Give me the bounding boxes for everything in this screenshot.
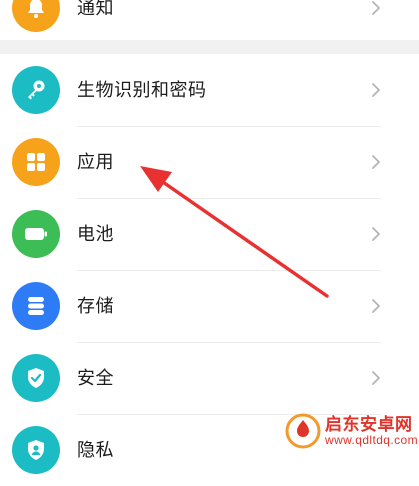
watermark-url: www.qdltdq.com bbox=[325, 432, 418, 447]
annotation-arrow bbox=[140, 166, 329, 298]
watermark: 启东安卓网 www.qdltdq.com bbox=[285, 406, 419, 456]
watermark-logo-icon bbox=[285, 413, 321, 449]
watermark-title: 启东安卓网 bbox=[325, 414, 413, 434]
